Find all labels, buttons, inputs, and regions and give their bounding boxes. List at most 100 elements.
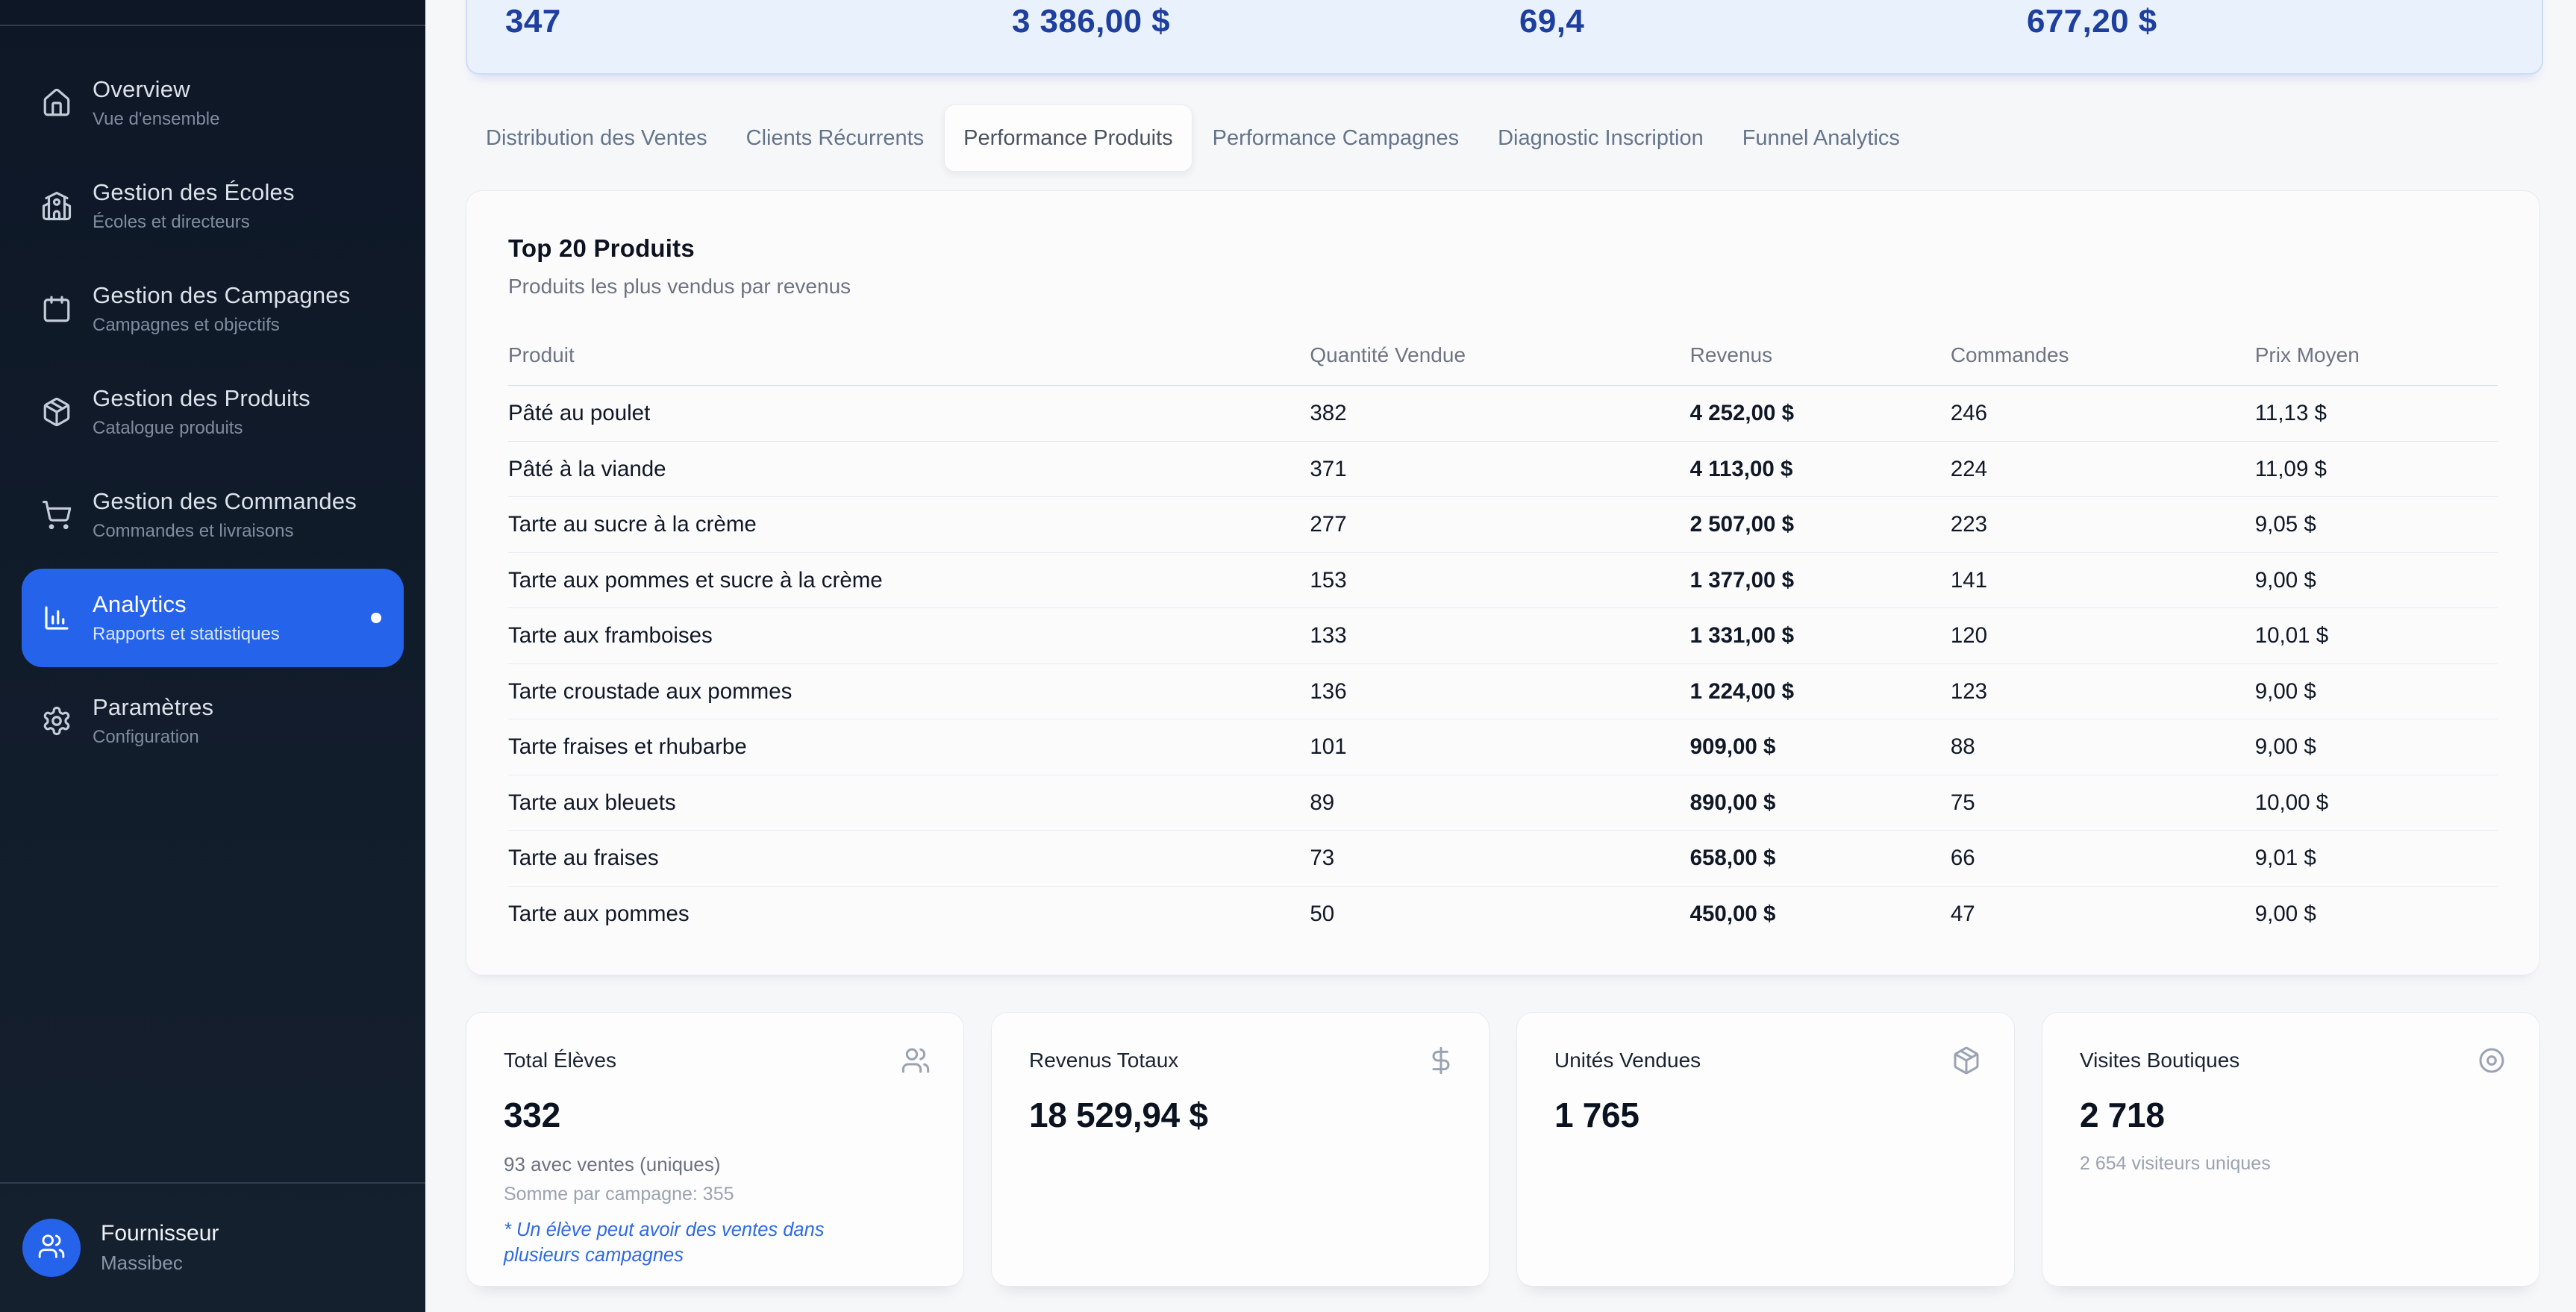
dollar-icon xyxy=(1426,1046,1456,1075)
calendar-icon xyxy=(41,293,72,325)
school-icon xyxy=(41,190,72,222)
sidebar-item-label: Overview xyxy=(93,76,219,103)
revenue-cell: 890,00 $ xyxy=(1690,775,1951,831)
sidebar-item-gestion-des-coles[interactable]: Gestion des Écoles Écoles et directeurs xyxy=(22,157,404,255)
stat-card-unit-s-vendues: Unités Vendues 1 765 xyxy=(1516,1012,2015,1287)
table-row: Pâté à la viande3714 113,00 $22411,09 $ xyxy=(508,441,2498,497)
sidebar-item-label: Paramètres xyxy=(93,694,213,721)
table-row: Tarte fraises et rhubarbe101909,00 $889,… xyxy=(508,719,2498,775)
sidebar-item-sublabel: Écoles et directeurs xyxy=(93,212,295,233)
orders-cell: 246 xyxy=(1951,386,2255,442)
sidebar-item-label: Gestion des Commandes xyxy=(93,488,357,515)
orders-cell: 120 xyxy=(1951,608,2255,664)
active-indicator-dot xyxy=(371,613,381,623)
tab-performance-produits[interactable]: Performance Produits xyxy=(944,104,1192,172)
cart-icon xyxy=(41,499,72,531)
quantity-cell: 382 xyxy=(1310,386,1689,442)
stat-card-total-l-ves: Total Élèves 332 93 avec ventes (uniques… xyxy=(466,1012,964,1287)
table-row: Tarte aux bleuets89890,00 $7510,00 $ xyxy=(508,775,2498,831)
tab-clients-r-currents[interactable]: Clients Récurrents xyxy=(728,104,943,172)
sidebar-item-gestion-des-produits[interactable]: Gestion des Produits Catalogue produits xyxy=(22,363,404,461)
quantity-cell: 277 xyxy=(1310,497,1689,553)
avg-price-cell: 9,00 $ xyxy=(2255,886,2498,941)
orders-cell: 223 xyxy=(1951,497,2255,553)
sidebar-item-sublabel: Configuration xyxy=(93,727,213,748)
stat-card-value: 18 529,94 $ xyxy=(1029,1095,1451,1135)
sidebar-item-overview[interactable]: Overview Vue d'ensemble xyxy=(22,54,404,152)
stat-card-title: Total Élèves xyxy=(504,1049,926,1072)
stat-card-title: Visites Boutiques xyxy=(2080,1049,2502,1072)
sidebar-item-label: Analytics xyxy=(93,591,280,618)
sidebar-item-gestion-des-campagnes[interactable]: Gestion des Campagnes Campagnes et objec… xyxy=(22,260,404,358)
analytics-tabs: Distribution des Ventes Clients Récurren… xyxy=(467,104,2576,172)
stat-card-note: * Un élève peut avoir des ventes dans pl… xyxy=(504,1217,877,1269)
banner-value-3: 69,4 xyxy=(1519,3,1584,40)
sidebar-item-sublabel: Commandes et livraisons xyxy=(93,521,357,542)
revenue-cell: 658,00 $ xyxy=(1690,831,1951,887)
stat-card-title: Unités Vendues xyxy=(1554,1049,1977,1072)
quantity-cell: 371 xyxy=(1310,441,1689,497)
column-header: Commandes xyxy=(1951,343,2255,386)
table-row: Tarte au fraises73658,00 $669,01 $ xyxy=(508,831,2498,887)
kpi-banner: 347 3 386,00 $ 69,4 677,20 $ xyxy=(466,0,2543,75)
products-table: ProduitQuantité VendueRevenusCommandesPr… xyxy=(508,343,2498,941)
sidebar-user[interactable]: Fournisseur Massibec xyxy=(0,1182,425,1312)
stat-card-visites-boutiques: Visites Boutiques 2 718 2 654 visiteurs … xyxy=(2042,1012,2540,1287)
tab-distribution-des-ventes[interactable]: Distribution des Ventes xyxy=(467,104,726,172)
stat-card-subs: 93 avec ventes (uniques)Somme par campag… xyxy=(504,1153,926,1269)
banner-value-2: 3 386,00 $ xyxy=(1012,3,1170,40)
sidebar-item-sublabel: Catalogue produits xyxy=(93,418,310,439)
users-icon xyxy=(37,1232,66,1264)
stat-card-value: 332 xyxy=(504,1095,926,1135)
tab-diagnostic-inscription[interactable]: Diagnostic Inscription xyxy=(1479,104,1722,172)
product-cell: Tarte aux pommes xyxy=(508,886,1310,941)
tab-performance-campagnes[interactable]: Performance Campagnes xyxy=(1194,104,1478,172)
package-icon xyxy=(41,396,72,428)
quantity-cell: 73 xyxy=(1310,831,1689,887)
app-root: Overview Vue d'ensemble Gestion des Écol… xyxy=(0,0,2576,1312)
revenue-cell: 1 377,00 $ xyxy=(1690,552,1951,608)
revenue-cell: 1 331,00 $ xyxy=(1690,608,1951,664)
stat-card-subtext: Somme par campagne: 355 xyxy=(504,1184,926,1205)
bar-chart-icon xyxy=(41,602,72,634)
product-cell: Tarte aux pommes et sucre à la crème xyxy=(508,552,1310,608)
sidebar-item-analytics[interactable]: Analytics Rapports et statistiques xyxy=(22,569,404,667)
avg-price-cell: 9,01 $ xyxy=(2255,831,2498,887)
sidebar-item-label: Gestion des Produits xyxy=(93,385,310,412)
quantity-cell: 136 xyxy=(1310,663,1689,719)
table-row: Pâté au poulet3824 252,00 $24611,13 $ xyxy=(508,386,2498,442)
revenue-cell: 909,00 $ xyxy=(1690,719,1951,775)
stat-card-subtext: 2 654 visiteurs uniques xyxy=(2080,1153,2502,1175)
product-cell: Tarte croustade aux pommes xyxy=(508,663,1310,719)
banner-value-4: 677,20 $ xyxy=(2027,3,2157,40)
user-name: Fournisseur xyxy=(101,1221,219,1246)
home-icon xyxy=(41,87,72,119)
avg-price-cell: 11,09 $ xyxy=(2255,441,2498,497)
stat-card-subs: 2 654 visiteurs uniques xyxy=(2080,1153,2502,1175)
main-content: 347 3 386,00 $ 69,4 677,20 $ Distributio… xyxy=(425,0,2576,1312)
quantity-cell: 133 xyxy=(1310,608,1689,664)
sidebar-item-param-tres[interactable]: Paramètres Configuration xyxy=(22,672,404,770)
gear-icon xyxy=(41,705,72,737)
revenue-cell: 1 224,00 $ xyxy=(1690,663,1951,719)
orders-cell: 224 xyxy=(1951,441,2255,497)
sidebar-item-label: Gestion des Écoles xyxy=(93,179,295,206)
stat-card-value: 1 765 xyxy=(1554,1095,1977,1135)
product-cell: Pâté au poulet xyxy=(508,386,1310,442)
product-cell: Tarte aux bleuets xyxy=(508,775,1310,831)
stat-card-value: 2 718 xyxy=(2080,1095,2502,1135)
product-cell: Tarte au fraises xyxy=(508,831,1310,887)
column-header: Quantité Vendue xyxy=(1310,343,1689,386)
sidebar-item-sublabel: Rapports et statistiques xyxy=(93,624,280,645)
table-row: Tarte aux pommes et sucre à la crème1531… xyxy=(508,552,2498,608)
card-title: Top 20 Produits xyxy=(508,234,2498,263)
tab-funnel-analytics[interactable]: Funnel Analytics xyxy=(1724,104,1919,172)
avg-price-cell: 9,00 $ xyxy=(2255,663,2498,719)
quantity-cell: 89 xyxy=(1310,775,1689,831)
orders-cell: 141 xyxy=(1951,552,2255,608)
column-header: Prix Moyen xyxy=(2255,343,2498,386)
table-row: Tarte croustade aux pommes1361 224,00 $1… xyxy=(508,663,2498,719)
sidebar-item-sublabel: Campagnes et objectifs xyxy=(93,315,350,336)
sidebar-item-gestion-des-commandes[interactable]: Gestion des Commandes Commandes et livra… xyxy=(22,466,404,564)
user-org: Massibec xyxy=(101,1252,219,1275)
